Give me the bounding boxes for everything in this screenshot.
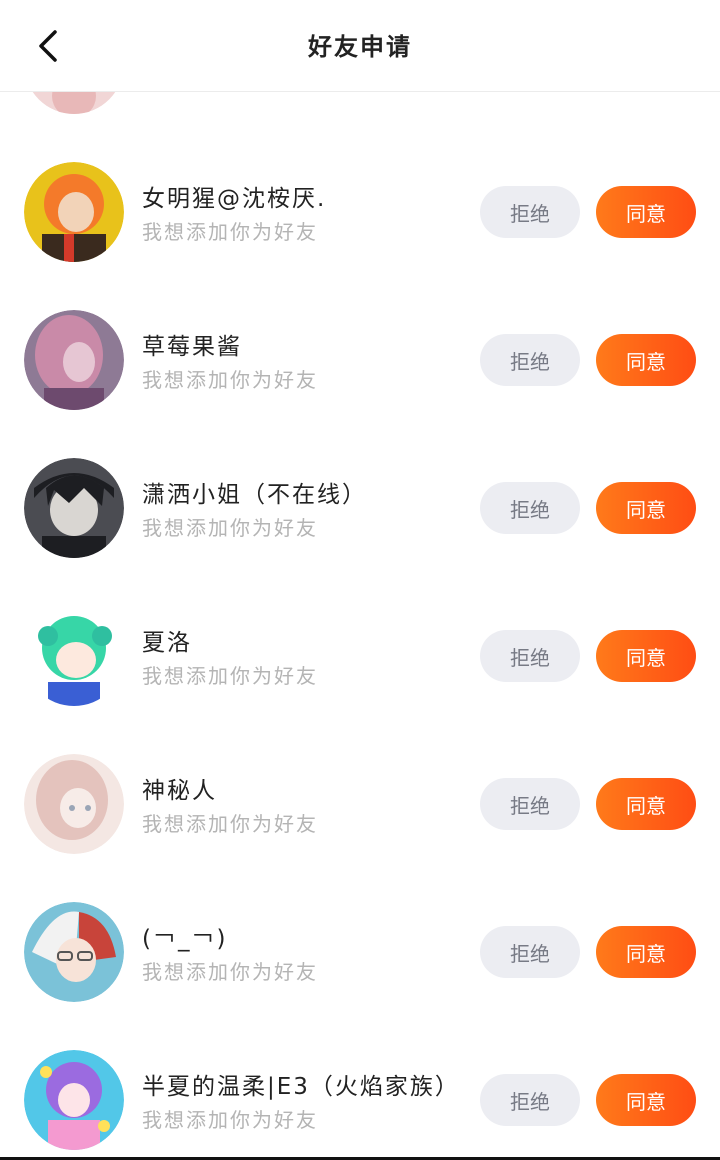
avatar[interactable] <box>24 162 124 262</box>
avatar[interactable] <box>24 310 124 410</box>
list-item: 潇洒小姐（不在线） 我想添加你为好友 拒绝 同意 <box>0 434 720 582</box>
page-title: 好友申请 <box>308 33 412 61</box>
friend-requests-screen: 女明猩@沈桉厌. 我想添加你为好友 拒绝 同意 草莓果酱 我想添加你为好友 拒绝… <box>0 0 720 1160</box>
nav-header: 好友申请 <box>0 0 720 92</box>
list-item: 半夏的温柔|E3（火焰家族） 我想添加你为好友 拒绝 同意 <box>0 1026 720 1160</box>
reject-button[interactable]: 拒绝 <box>480 186 580 238</box>
accept-button[interactable]: 同意 <box>596 926 696 978</box>
avatar[interactable] <box>24 754 124 854</box>
accept-button[interactable]: 同意 <box>596 334 696 386</box>
request-message: 我想添加你为好友 <box>142 220 318 244</box>
avatar[interactable] <box>24 458 124 558</box>
reject-button[interactable]: 拒绝 <box>480 630 580 682</box>
accept-button[interactable]: 同意 <box>596 1074 696 1126</box>
list-item: 夏洛 我想添加你为好友 拒绝 同意 <box>0 582 720 730</box>
accept-button[interactable]: 同意 <box>596 630 696 682</box>
reject-button[interactable]: 拒绝 <box>480 778 580 830</box>
list-item: 草莓果酱 我想添加你为好友 拒绝 同意 <box>0 286 720 434</box>
accept-button[interactable]: 同意 <box>596 482 696 534</box>
reject-button[interactable]: 拒绝 <box>480 482 580 534</box>
accept-button[interactable]: 同意 <box>596 186 696 238</box>
request-name: 女明猩@沈桉厌. <box>142 186 327 212</box>
request-name: 半夏的温柔|E3（火焰家族） <box>142 1074 460 1100</box>
reject-button[interactable]: 拒绝 <box>480 926 580 978</box>
list-item: 女明猩@沈桉厌. 我想添加你为好友 拒绝 同意 <box>0 138 720 286</box>
list-item: (￢_￢) 我想添加你为好友 拒绝 同意 <box>0 878 720 1026</box>
reject-button[interactable]: 拒绝 <box>480 334 580 386</box>
request-message: 我想添加你为好友 <box>142 960 318 984</box>
avatar[interactable] <box>24 902 124 1002</box>
request-message: 我想添加你为好友 <box>142 516 318 540</box>
accept-button[interactable]: 同意 <box>596 778 696 830</box>
friend-request-list: 女明猩@沈桉厌. 我想添加你为好友 拒绝 同意 草莓果酱 我想添加你为好友 拒绝… <box>0 0 720 1160</box>
request-name: 潇洒小姐（不在线） <box>142 482 367 508</box>
request-name: 夏洛 <box>142 630 192 656</box>
request-message: 我想添加你为好友 <box>142 368 318 392</box>
avatar[interactable] <box>24 1050 124 1150</box>
request-name: 草莓果酱 <box>142 334 242 360</box>
request-message: 我想添加你为好友 <box>142 812 318 836</box>
list-item: 神秘人 我想添加你为好友 拒绝 同意 <box>0 730 720 878</box>
request-name: (￢_￢) <box>142 926 228 952</box>
reject-button[interactable]: 拒绝 <box>480 1074 580 1126</box>
avatar[interactable] <box>24 606 124 706</box>
request-message: 我想添加你为好友 <box>142 664 318 688</box>
request-message: 我想添加你为好友 <box>142 1108 318 1132</box>
request-name: 神秘人 <box>142 778 217 804</box>
